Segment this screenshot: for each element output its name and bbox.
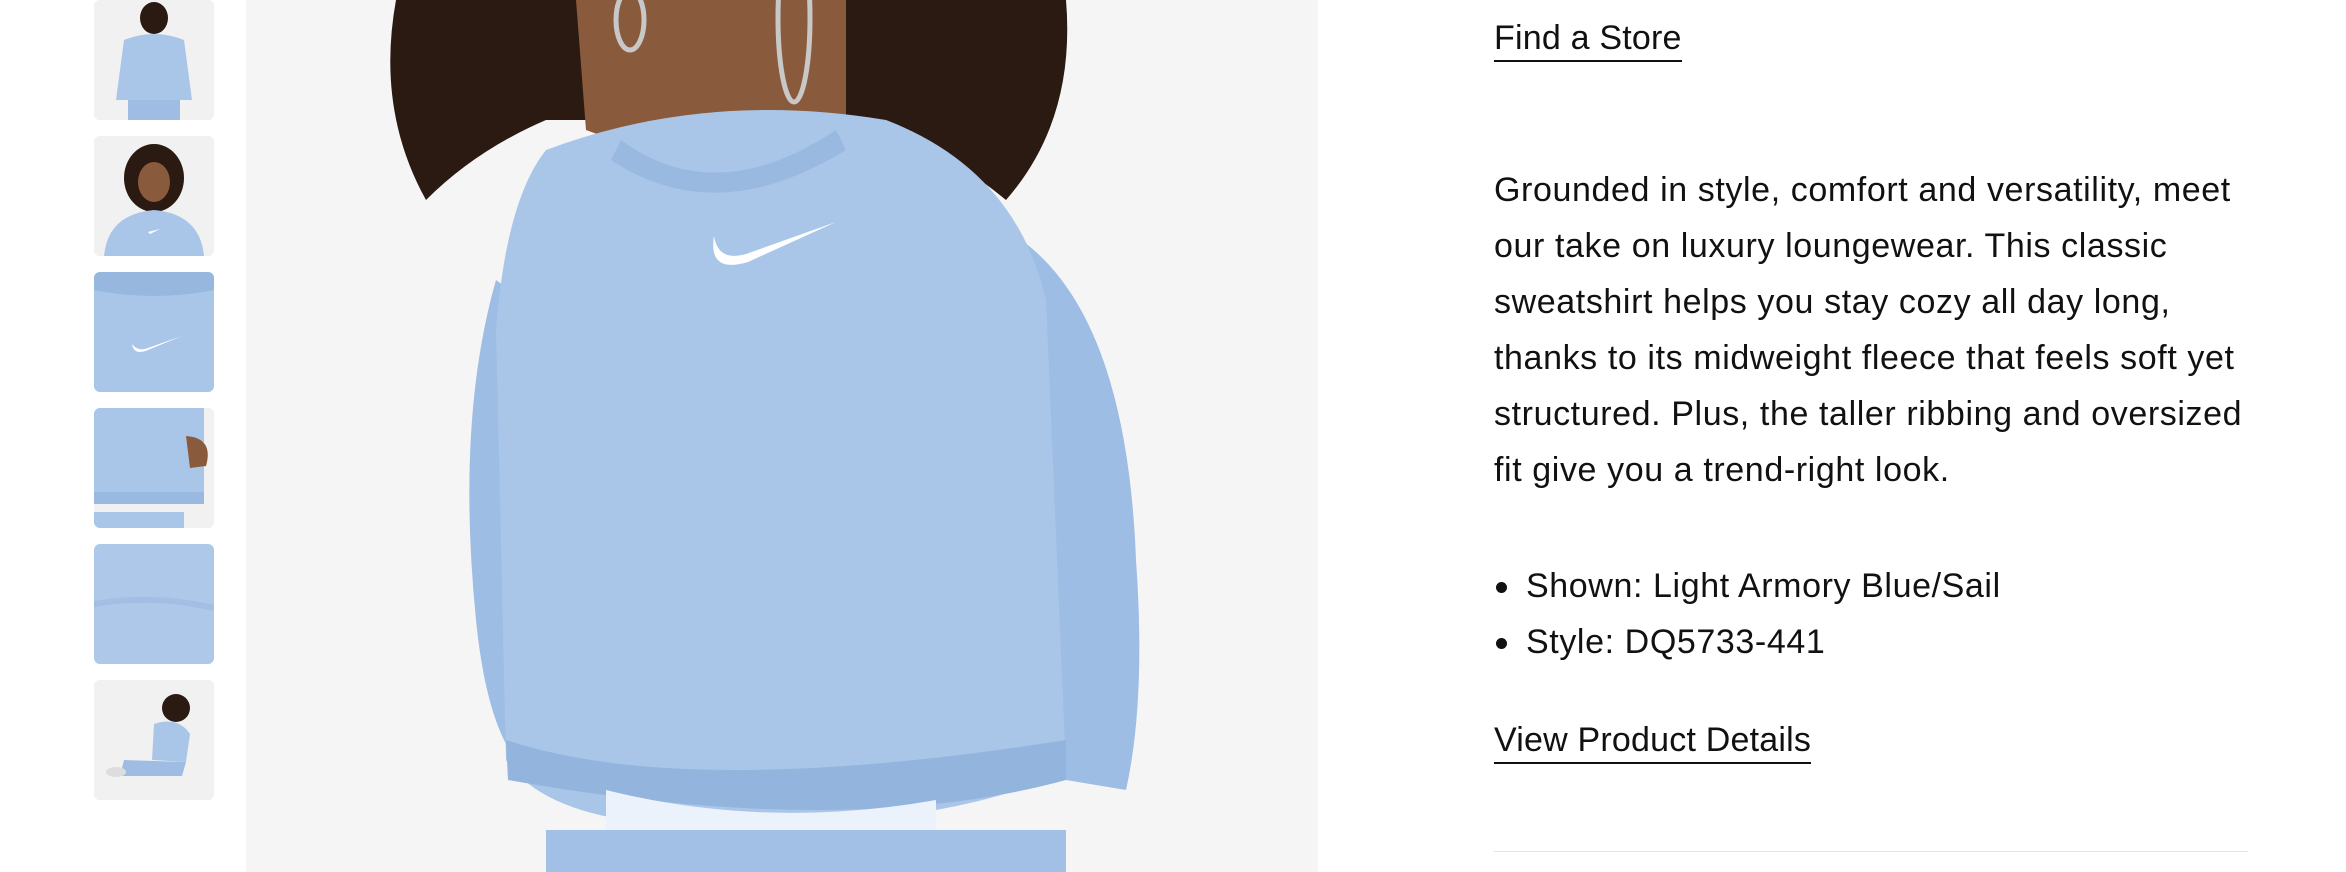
thumbnail-fabric-texture[interactable] xyxy=(94,544,214,664)
thumbnail-seated-outfit-image xyxy=(94,680,214,800)
main-product-image xyxy=(246,0,1318,872)
thumbnail-hem-detail-image xyxy=(94,408,214,528)
thumbnail-front-portrait[interactable] xyxy=(94,136,214,256)
find-a-store-link[interactable]: Find a Store xyxy=(1494,18,1682,62)
shown-color-item: Shown: Light Armory Blue/Sail xyxy=(1494,558,2001,614)
view-product-details-link[interactable]: View Product Details xyxy=(1494,720,1812,764)
section-divider xyxy=(1494,851,2248,852)
thumbnail-hem-detail[interactable] xyxy=(94,408,214,528)
thumbnail-seated-outfit[interactable] xyxy=(94,680,214,800)
product-description: Grounded in style, comfort and versatili… xyxy=(1494,171,2243,489)
thumbnail-logo-detail-image xyxy=(94,272,214,392)
hero-sweatshirt-image xyxy=(246,0,1318,872)
thumbnail-back-view-image xyxy=(94,0,214,120)
thumbnail-fabric-texture-image xyxy=(94,544,214,664)
product-specs-list: Shown: Light Armory Blue/Sail Style: DQ5… xyxy=(1494,558,2001,670)
thumbnail-back-view[interactable] xyxy=(94,0,214,120)
thumbnail-front-portrait-image xyxy=(94,136,214,256)
thumbnail-logo-detail[interactable] xyxy=(94,272,214,392)
style-code-item: Style: DQ5733-441 xyxy=(1494,614,2001,670)
